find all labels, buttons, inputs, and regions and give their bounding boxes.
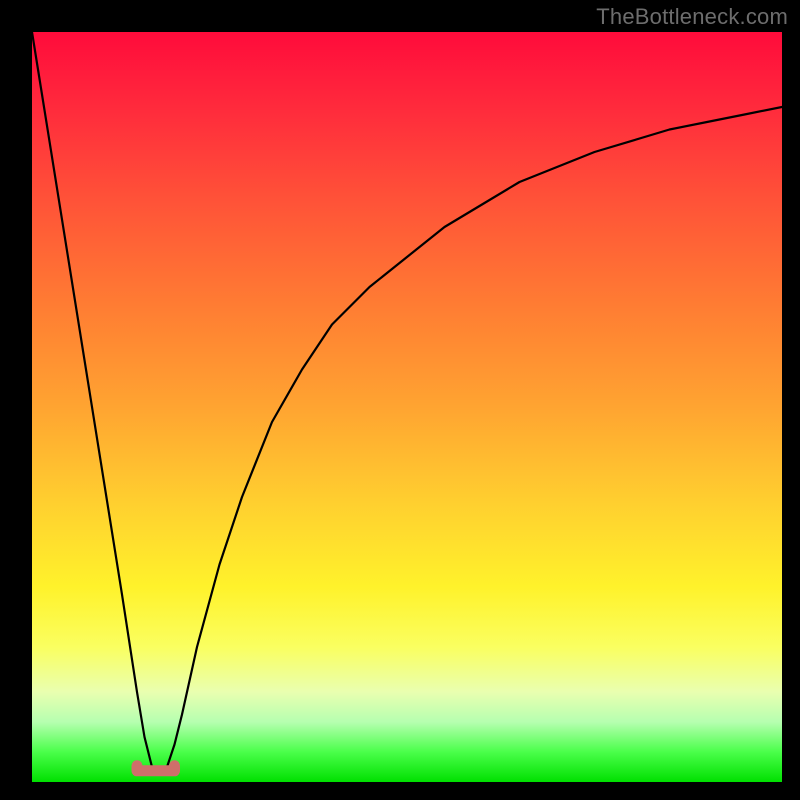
min-bracket-marker bbox=[137, 766, 175, 771]
plot-area bbox=[32, 32, 782, 782]
chart-svg bbox=[32, 32, 782, 782]
watermark-text: TheBottleneck.com bbox=[596, 4, 788, 30]
chart-frame: TheBottleneck.com bbox=[0, 0, 800, 800]
bottleneck-curve bbox=[32, 32, 782, 775]
